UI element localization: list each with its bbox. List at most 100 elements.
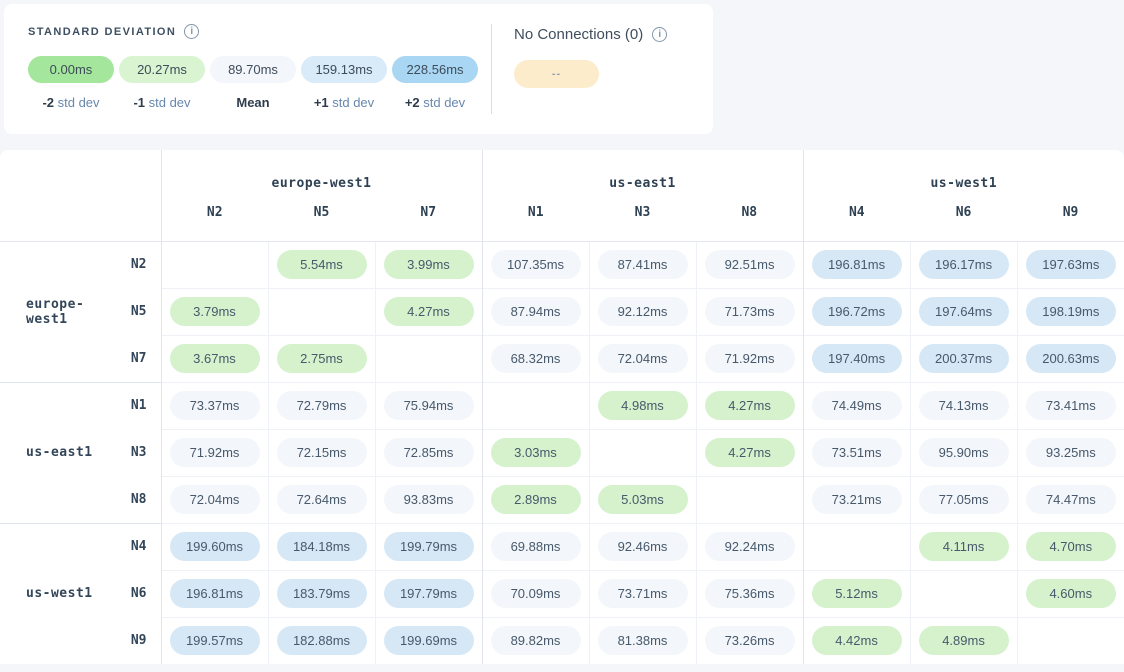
- latency-pill[interactable]: 69.88ms: [491, 532, 581, 561]
- latency-cell: 74.47ms: [1017, 476, 1124, 523]
- latency-pill[interactable]: 71.92ms: [705, 344, 795, 373]
- latency-pill[interactable]: 74.13ms: [919, 391, 1009, 420]
- latency-pill[interactable]: 92.24ms: [705, 532, 795, 561]
- latency-pill[interactable]: 197.63ms: [1026, 250, 1116, 279]
- matrix-row: N73.67ms2.75ms68.32ms72.04ms71.92ms197.4…: [0, 335, 1124, 382]
- latency-pill[interactable]: 196.17ms: [919, 250, 1009, 279]
- latency-cell: 72.04ms: [589, 335, 696, 382]
- latency-pill[interactable]: 4.11ms: [919, 532, 1009, 561]
- matrix-row: N872.04ms72.64ms93.83ms2.89ms5.03ms73.21…: [0, 476, 1124, 523]
- latency-pill[interactable]: 72.15ms: [277, 438, 367, 467]
- latency-pill[interactable]: 5.03ms: [598, 485, 688, 514]
- latency-pill[interactable]: 4.27ms: [705, 391, 795, 420]
- latency-pill[interactable]: 92.12ms: [598, 297, 688, 326]
- latency-pill[interactable]: 197.40ms: [812, 344, 902, 373]
- latency-cell: 87.94ms: [482, 288, 589, 335]
- latency-pill[interactable]: 73.41ms: [1026, 391, 1116, 420]
- latency-pill[interactable]: 107.35ms: [491, 250, 581, 279]
- latency-pill[interactable]: 200.37ms: [919, 344, 1009, 373]
- latency-pill[interactable]: 73.26ms: [705, 626, 795, 655]
- latency-pill[interactable]: 87.41ms: [598, 250, 688, 279]
- latency-pill[interactable]: 73.21ms: [812, 485, 902, 514]
- latency-pill[interactable]: 70.09ms: [491, 579, 581, 608]
- row-node-label: N2: [100, 241, 161, 288]
- latency-pill[interactable]: 4.89ms: [919, 626, 1009, 655]
- latency-pill[interactable]: 73.51ms: [812, 438, 902, 467]
- latency-pill[interactable]: 89.82ms: [491, 626, 581, 655]
- latency-pill[interactable]: 197.64ms: [919, 297, 1009, 326]
- latency-pill[interactable]: 5.54ms: [277, 250, 367, 279]
- latency-pill[interactable]: 95.90ms: [919, 438, 1009, 467]
- latency-pill[interactable]: 93.25ms: [1026, 438, 1116, 467]
- latency-cell: 4.11ms: [910, 523, 1017, 570]
- latency-pill[interactable]: 4.60ms: [1026, 579, 1116, 608]
- latency-pill[interactable]: 4.27ms: [705, 438, 795, 467]
- latency-pill[interactable]: 196.81ms: [170, 579, 260, 608]
- latency-pill[interactable]: 196.81ms: [812, 250, 902, 279]
- row-node-label: N6: [100, 570, 161, 617]
- latency-pill[interactable]: 73.71ms: [598, 579, 688, 608]
- latency-pill[interactable]: 3.99ms: [384, 250, 474, 279]
- latency-pill[interactable]: 72.64ms: [277, 485, 367, 514]
- latency-pill[interactable]: 71.92ms: [170, 438, 260, 467]
- matrix-row: N53.79ms4.27ms87.94ms92.12ms71.73ms196.7…: [0, 288, 1124, 335]
- latency-pill[interactable]: 4.42ms: [812, 626, 902, 655]
- latency-pill[interactable]: 3.03ms: [491, 438, 581, 467]
- latency-pill[interactable]: 198.19ms: [1026, 297, 1116, 326]
- std-dev-info-icon[interactable]: i: [184, 24, 199, 39]
- node-header: N2: [161, 202, 268, 241]
- latency-pill[interactable]: 73.37ms: [170, 391, 260, 420]
- std-dev-legend: STANDARD DEVIATION i 0.00ms 20.27ms 89.7…: [28, 24, 478, 118]
- latency-pill[interactable]: 184.18ms: [277, 532, 367, 561]
- latency-cell: 4.27ms: [696, 382, 803, 429]
- latency-cell: 5.54ms: [268, 241, 375, 288]
- latency-cell: 5.12ms: [803, 570, 910, 617]
- latency-pill[interactable]: 196.72ms: [812, 297, 902, 326]
- latency-pill[interactable]: 4.27ms: [384, 297, 474, 326]
- latency-pill[interactable]: 92.46ms: [598, 532, 688, 561]
- self-cell: [910, 570, 1017, 617]
- node-header: N3: [589, 202, 696, 241]
- latency-pill[interactable]: 81.38ms: [598, 626, 688, 655]
- self-cell: [268, 288, 375, 335]
- latency-pill[interactable]: 77.05ms: [919, 485, 1009, 514]
- latency-pill[interactable]: 4.70ms: [1026, 532, 1116, 561]
- latency-pill[interactable]: 72.85ms: [384, 438, 474, 467]
- latency-pill[interactable]: 199.69ms: [384, 626, 474, 655]
- matrix-row: us-east1N173.37ms72.79ms75.94ms4.98ms4.2…: [0, 382, 1124, 429]
- latency-pill[interactable]: 200.63ms: [1026, 344, 1116, 373]
- latency-pill[interactable]: 72.79ms: [277, 391, 367, 420]
- latency-pill[interactable]: 182.88ms: [277, 626, 367, 655]
- latency-pill[interactable]: 199.79ms: [384, 532, 474, 561]
- latency-cell: 92.12ms: [589, 288, 696, 335]
- latency-pill[interactable]: 72.04ms: [170, 485, 260, 514]
- latency-pill[interactable]: 199.60ms: [170, 532, 260, 561]
- latency-pill[interactable]: 74.47ms: [1026, 485, 1116, 514]
- latency-pill[interactable]: 197.79ms: [384, 579, 474, 608]
- latency-cell: 3.67ms: [161, 335, 268, 382]
- latency-pill[interactable]: 92.51ms: [705, 250, 795, 279]
- self-cell: [161, 241, 268, 288]
- latency-pill[interactable]: 3.79ms: [170, 297, 260, 326]
- latency-cell: 199.57ms: [161, 617, 268, 664]
- latency-pill[interactable]: 75.94ms: [384, 391, 474, 420]
- latency-pill[interactable]: 74.49ms: [812, 391, 902, 420]
- latency-cell: 68.32ms: [482, 335, 589, 382]
- latency-cell: 72.64ms: [268, 476, 375, 523]
- latency-pill[interactable]: 68.32ms: [491, 344, 581, 373]
- latency-pill[interactable]: 4.98ms: [598, 391, 688, 420]
- no-connections-info-icon[interactable]: i: [652, 27, 667, 42]
- latency-pill[interactable]: 5.12ms: [812, 579, 902, 608]
- latency-pill[interactable]: 72.04ms: [598, 344, 688, 373]
- latency-pill[interactable]: 71.73ms: [705, 297, 795, 326]
- latency-pill[interactable]: 199.57ms: [170, 626, 260, 655]
- latency-pill[interactable]: 183.79ms: [277, 579, 367, 608]
- latency-pill[interactable]: 75.36ms: [705, 579, 795, 608]
- latency-pill[interactable]: 2.75ms: [277, 344, 367, 373]
- legend-card: STANDARD DEVIATION i 0.00ms 20.27ms 89.7…: [4, 4, 713, 134]
- latency-cell: 93.25ms: [1017, 429, 1124, 476]
- latency-pill[interactable]: 3.67ms: [170, 344, 260, 373]
- latency-pill[interactable]: 2.89ms: [491, 485, 581, 514]
- latency-pill[interactable]: 87.94ms: [491, 297, 581, 326]
- latency-pill[interactable]: 93.83ms: [384, 485, 474, 514]
